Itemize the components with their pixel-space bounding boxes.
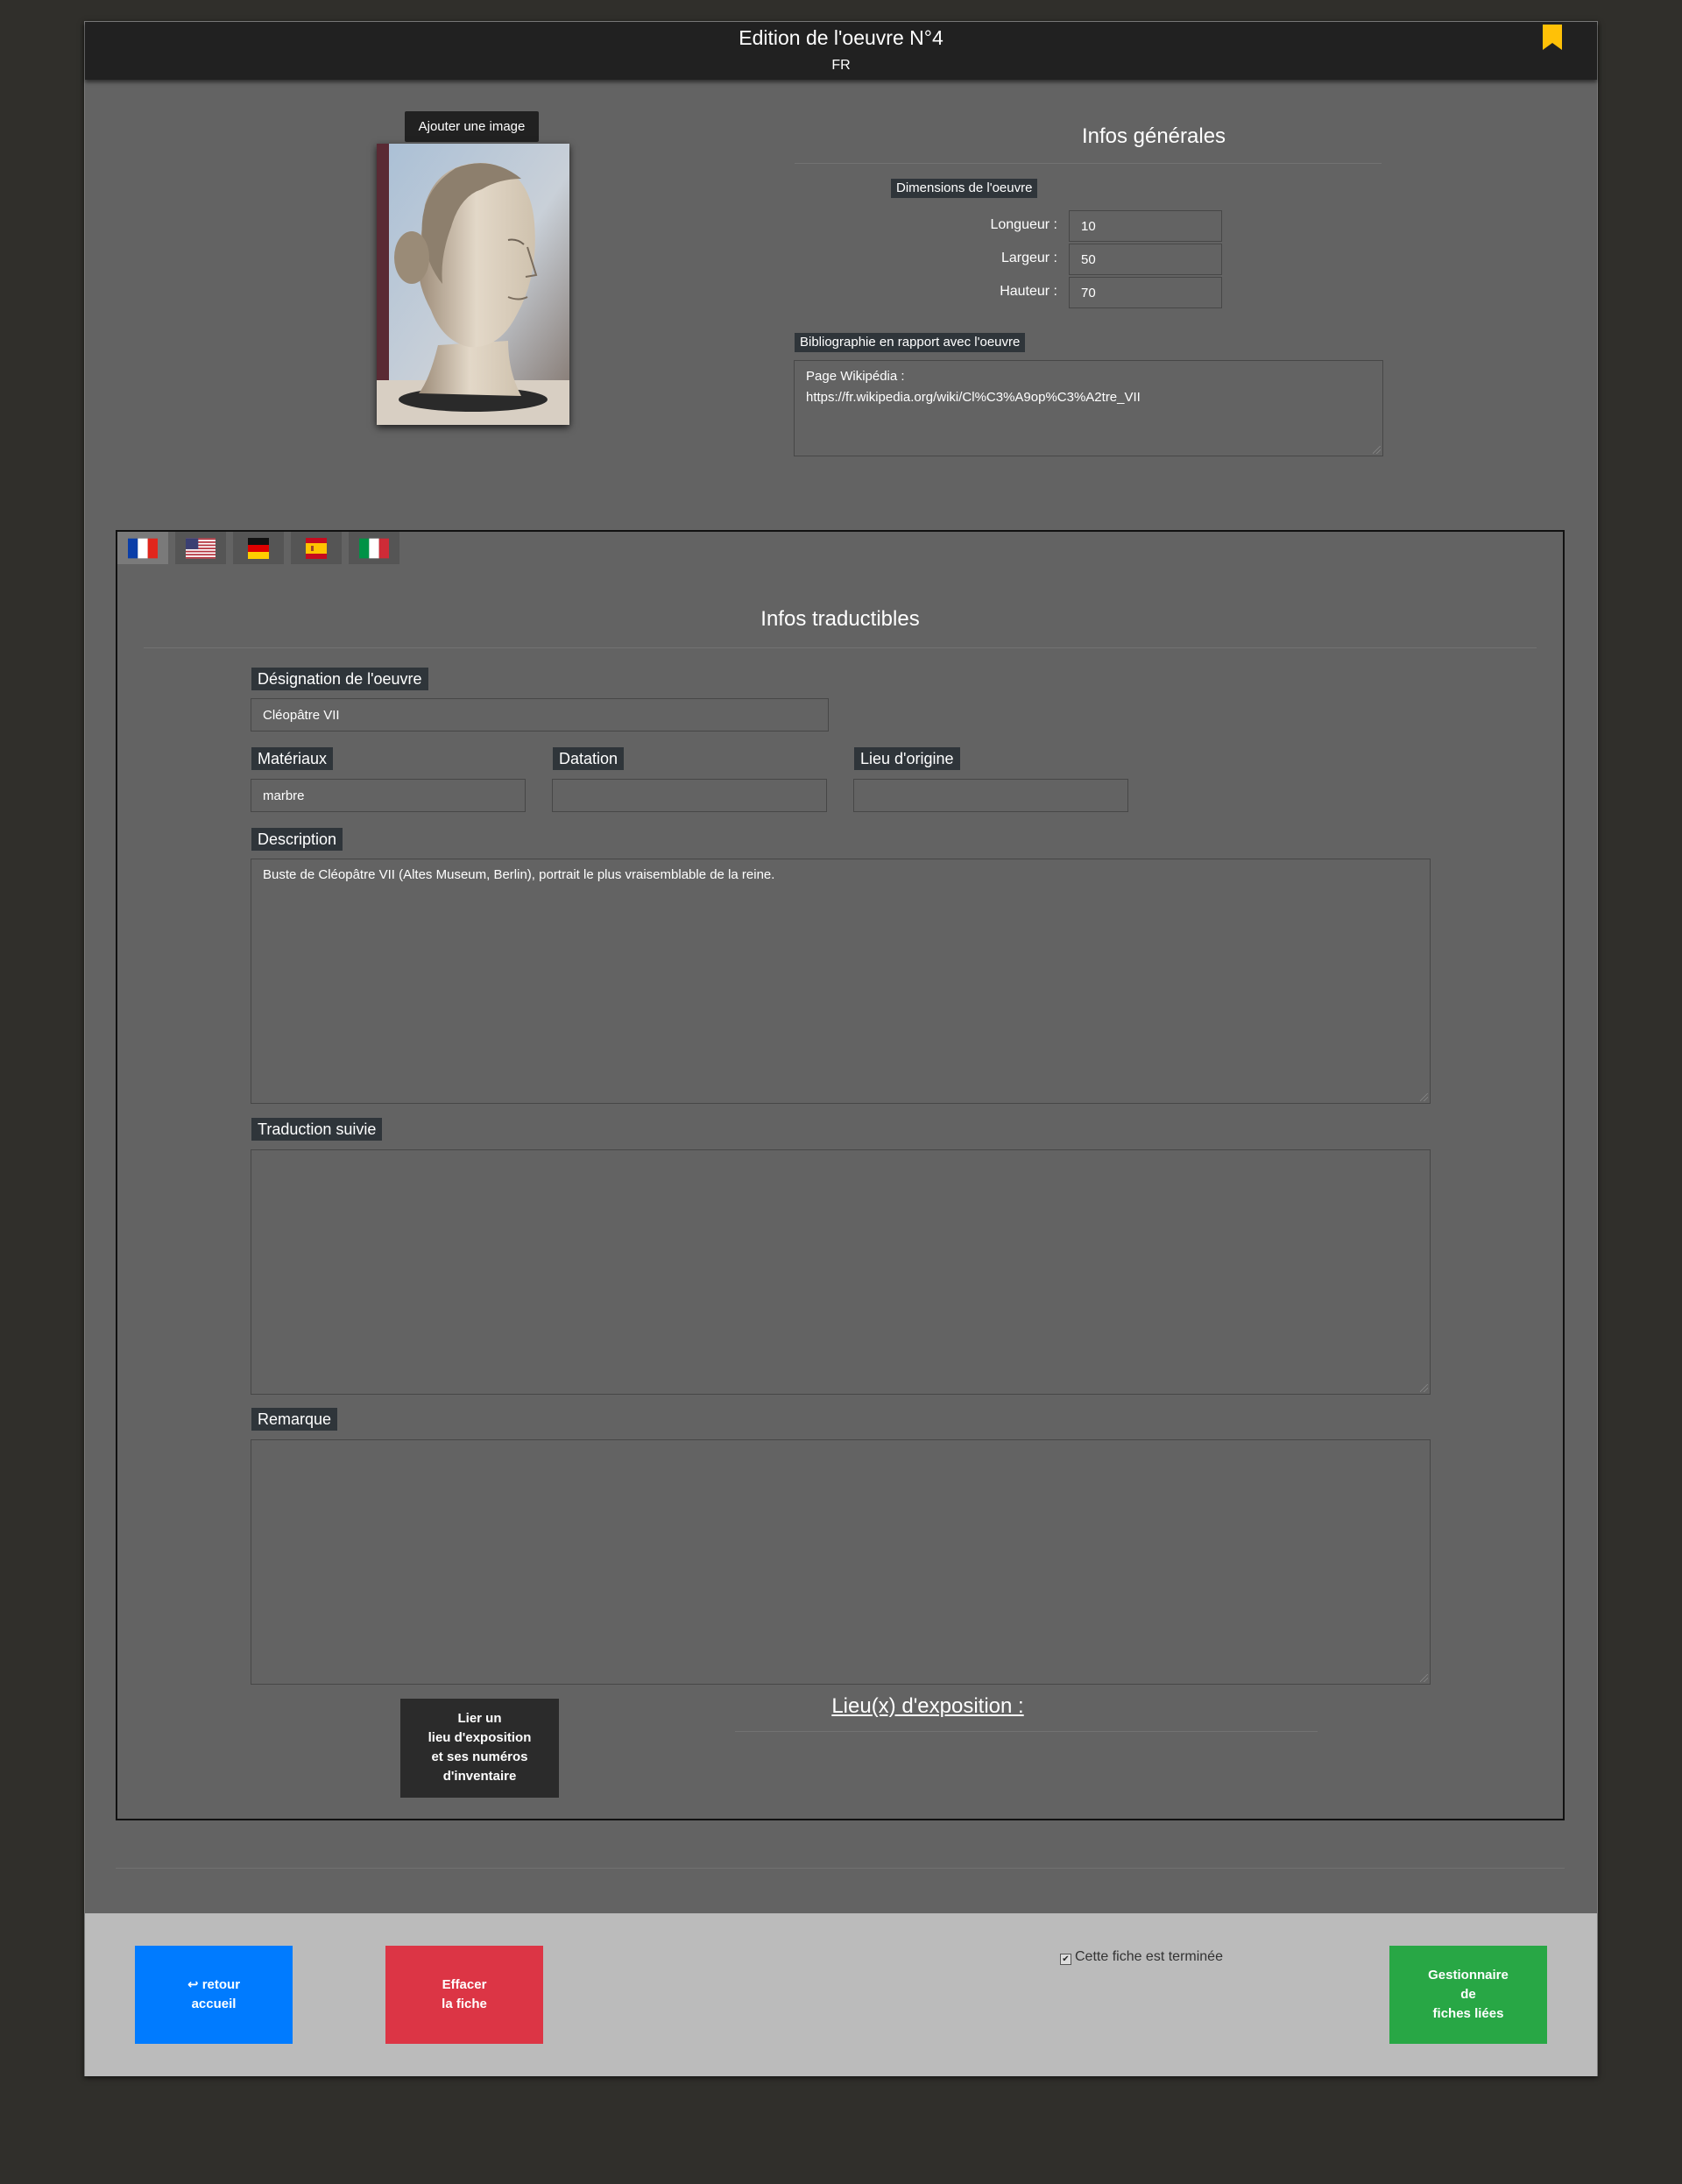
add-image-button[interactable]: Ajouter une image — [405, 111, 539, 142]
hauteur-input[interactable] — [1069, 277, 1222, 308]
resize-grip-icon[interactable] — [1420, 1674, 1428, 1682]
delete-sheet-button[interactable]: Effacer la fiche — [385, 1946, 543, 2044]
back-home-button[interactable]: ↩ retour accueil — [135, 1946, 293, 2044]
es-flag-icon — [306, 538, 327, 559]
sheet-done-label: Cette fiche est terminée — [1075, 1949, 1223, 1964]
materiaux-tag: Matériaux — [251, 747, 334, 770]
link-exhibition-button[interactable]: Lier un lieu d'exposition et ses numéros… — [400, 1699, 559, 1798]
manager-line: fiches liées — [1432, 2006, 1504, 2021]
traduction-tag: Traduction suivie — [251, 1118, 383, 1141]
it-flag-icon — [359, 538, 389, 559]
remarque-tag: Remarque — [251, 1408, 338, 1431]
tab-es[interactable] — [291, 532, 342, 564]
tab-de[interactable] — [233, 532, 284, 564]
tab-fr[interactable] — [117, 532, 168, 564]
longueur-input[interactable] — [1069, 210, 1222, 242]
bibliography-textarea[interactable]: Page Wikipédia : https://fr.wikipedia.or… — [794, 360, 1383, 456]
back-label-2: accueil — [191, 1997, 237, 2011]
current-language: FR — [831, 58, 851, 73]
bibliography-line: https://fr.wikipedia.org/wiki/Cl%C3%A9op… — [806, 390, 1141, 405]
back-label-1: retour — [201, 1977, 241, 1992]
link-exhibition-line: lieu d'exposition — [428, 1730, 532, 1745]
largeur-label: Largeur : — [1000, 251, 1057, 265]
bibliography-tag: Bibliographie en rapport avec l'oeuvre — [795, 333, 1026, 352]
traduction-textarea[interactable] — [251, 1149, 1431, 1395]
materiaux-input[interactable] — [251, 779, 526, 812]
hauteur-label: Hauteur : — [1000, 284, 1057, 299]
linked-sheets-manager-button[interactable]: Gestionnaire de fiches liées — [1389, 1946, 1547, 2044]
back-arrow-icon: ↩ — [187, 1977, 202, 1992]
description-text: Buste de Cléopâtre VII (Altes Museum, Be… — [263, 867, 775, 882]
header-bar: Edition de l'oeuvre N°4 FR — [85, 22, 1597, 80]
translatable-box: Infos traductibles Désignation de l'oeuv… — [116, 530, 1565, 1820]
exhibition-places-title[interactable]: Lieu(x) d'exposition : — [731, 1694, 1125, 1719]
general-info-divider — [795, 163, 1382, 164]
resize-grip-icon[interactable] — [1420, 1093, 1428, 1101]
us-flag-icon — [186, 538, 216, 559]
fr-flag-icon — [128, 538, 158, 559]
largeur-input[interactable] — [1069, 244, 1222, 275]
artwork-image — [377, 144, 569, 425]
translatable-info-divider — [144, 647, 1537, 648]
bibliography-line: Page Wikipédia : — [806, 369, 905, 384]
exhibition-divider — [735, 1731, 1318, 1732]
delete-label-1: Effacer — [442, 1977, 487, 1992]
manager-line: de — [1460, 1987, 1476, 2002]
tab-it[interactable] — [349, 532, 399, 564]
bookmark-icon[interactable] — [1542, 25, 1563, 51]
description-textarea[interactable]: Buste de Cléopâtre VII (Altes Museum, Be… — [251, 859, 1431, 1104]
designation-input[interactable] — [251, 698, 829, 732]
page-title: Edition de l'oeuvre N°4 — [739, 26, 943, 49]
designation-tag: Désignation de l'oeuvre — [251, 668, 428, 690]
resize-grip-icon[interactable] — [1420, 1384, 1428, 1392]
resize-grip-icon[interactable] — [1373, 446, 1381, 454]
bottom-divider — [116, 1868, 1565, 1869]
longueur-label: Longueur : — [990, 217, 1057, 232]
general-info-title: Infos générales — [1081, 124, 1226, 148]
tab-en[interactable] — [175, 532, 226, 564]
datation-tag: Datation — [553, 747, 625, 770]
datation-input[interactable] — [552, 779, 827, 812]
remarque-textarea[interactable] — [251, 1439, 1431, 1685]
link-exhibition-line: et ses numéros — [431, 1749, 528, 1764]
checkbox-icon[interactable]: ✔ — [1060, 1954, 1071, 1965]
translatable-info-title: Infos traductibles — [760, 607, 920, 631]
lieu-origine-input[interactable] — [853, 779, 1128, 812]
lieu-origine-tag: Lieu d'origine — [854, 747, 960, 770]
manager-line: Gestionnaire — [1428, 1968, 1509, 1983]
link-exhibition-line: Lier un — [457, 1711, 502, 1726]
footer-bar — [85, 1913, 1597, 2076]
delete-label-2: la fiche — [442, 1997, 487, 2011]
link-exhibition-line: d'inventaire — [442, 1769, 517, 1784]
edit-panel: Edition de l'oeuvre N°4 FR Ajouter une i… — [84, 21, 1598, 2076]
de-flag-icon — [248, 538, 269, 559]
sheet-done-checkbox-row[interactable]: ✔ Cette fiche est terminée — [1060, 1949, 1223, 1965]
description-tag: Description — [251, 828, 343, 851]
dimensions-tag: Dimensions de l'oeuvre — [891, 179, 1038, 198]
